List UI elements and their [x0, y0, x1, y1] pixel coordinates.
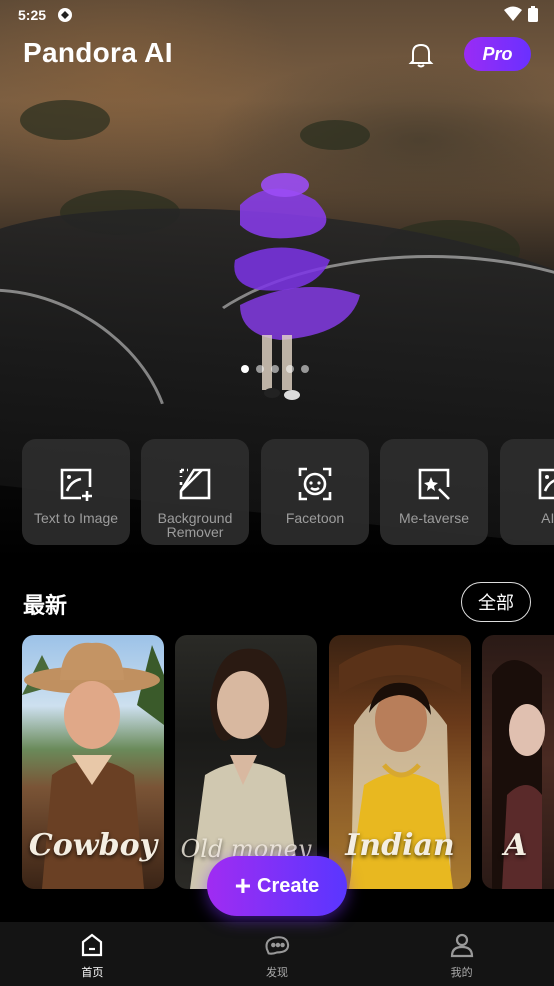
text-to-image-icon: [57, 465, 95, 503]
tool-label: Text to Image: [33, 510, 119, 526]
tool-facetoon[interactable]: Facetoon: [261, 439, 369, 545]
create-label: Create: [257, 874, 320, 897]
metaverse-icon: [415, 465, 453, 503]
nav-label: 发现: [266, 967, 288, 979]
facetoon-icon: [296, 465, 334, 503]
carousel-dot[interactable]: [241, 365, 249, 373]
carousel-dot[interactable]: [301, 365, 309, 373]
background-remover-icon: [176, 465, 214, 503]
view-all-button[interactable]: 全部: [461, 582, 531, 622]
battery-icon: [528, 5, 538, 25]
carousel-dot[interactable]: [286, 365, 294, 373]
status-bar: 5:25: [0, 0, 554, 30]
template-card-old-money[interactable]: Old money: [175, 635, 317, 889]
carousel-indicator: [241, 365, 309, 373]
plus-icon: +: [234, 870, 252, 901]
tool-label: Me-taverse: [398, 510, 470, 526]
tools-row: Text to Image Background Remover Facetoo…: [22, 439, 554, 545]
card-caption: Cowboy: [28, 828, 158, 863]
template-card-next[interactable]: A: [482, 635, 554, 889]
status-time: 5:25: [18, 7, 47, 23]
nav-label: 我的: [450, 967, 473, 979]
nav-item-discover[interactable]: 发现: [185, 922, 370, 986]
home-icon: [79, 932, 105, 958]
latest-cards-row: Cowboy Old money Indian A: [22, 635, 554, 889]
tool-text-to-image[interactable]: Text to Image: [22, 439, 130, 545]
wifi-icon: [504, 6, 522, 25]
nav-item-profile[interactable]: 我的: [369, 922, 554, 986]
bottom-nav: 首页 发现 我的: [0, 922, 554, 986]
template-card-cowboy[interactable]: Cowboy: [22, 635, 164, 889]
pro-upgrade-button[interactable]: Pro: [464, 37, 531, 71]
card-caption: Indian: [345, 828, 455, 863]
create-button[interactable]: + Create: [207, 856, 347, 916]
carousel-dot[interactable]: [271, 365, 279, 373]
tool-metaverse[interactable]: Me-taverse: [380, 439, 488, 545]
ai-avatar-icon: [535, 465, 554, 503]
tool-background-remover[interactable]: Background Remover: [141, 439, 249, 545]
notification-app-icon: [56, 6, 74, 24]
template-card-indian[interactable]: Indian: [329, 635, 471, 889]
card-caption: A: [504, 828, 528, 863]
profile-icon: [449, 932, 475, 958]
app-title: Pandora AI: [23, 37, 173, 68]
notification-bell-icon[interactable]: [406, 40, 436, 70]
discover-icon: [264, 932, 290, 958]
tool-label: AI A: [541, 510, 554, 526]
section-title-latest: 最新: [23, 593, 68, 618]
tool-label: Background Remover: [157, 510, 233, 540]
nav-label: 首页: [81, 967, 104, 979]
carousel-dot[interactable]: [256, 365, 264, 373]
tool-label: Facetoon: [285, 510, 345, 526]
tool-ai-avatar[interactable]: AI A: [500, 439, 554, 545]
nav-item-home[interactable]: 首页: [0, 922, 185, 986]
